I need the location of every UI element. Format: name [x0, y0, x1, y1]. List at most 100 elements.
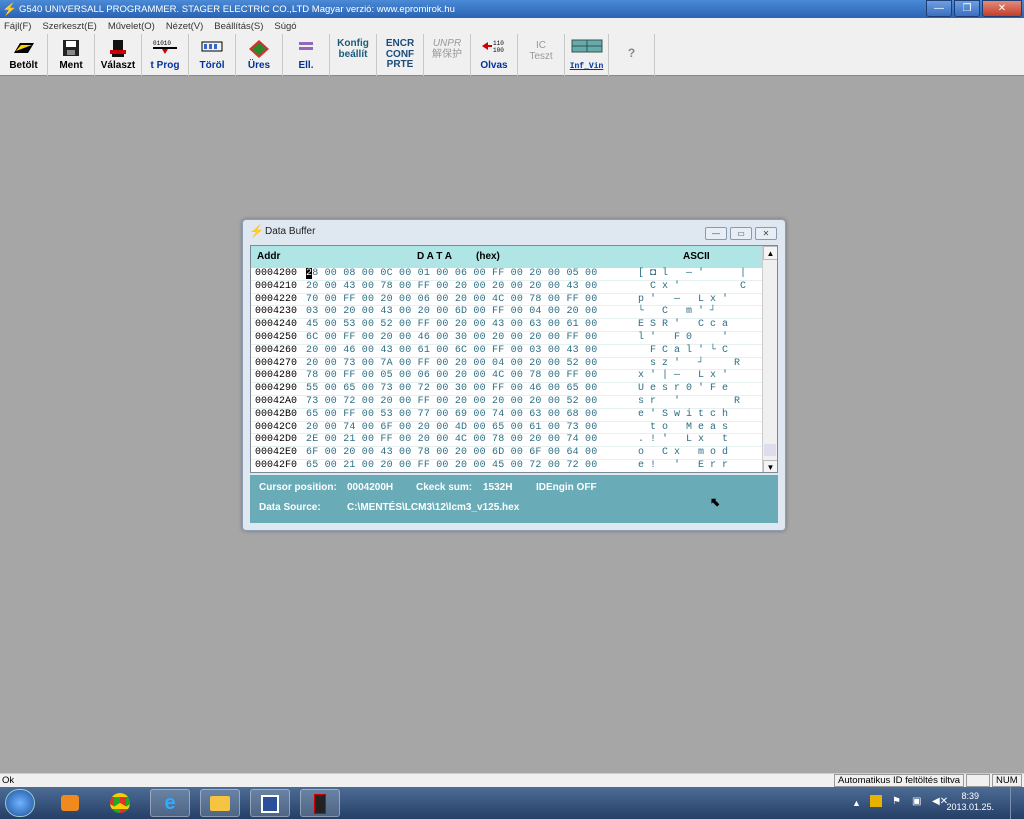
- row-hex[interactable]: 03 00 20 00 43 00 20 00 6D 00 FF 00 04 0…: [306, 306, 597, 319]
- hex-row[interactable]: 00042A0 73 00 72 00 20 00 FF 00 20 00 20 …: [251, 396, 763, 409]
- tray-flag-icon[interactable]: ⚑: [892, 796, 901, 807]
- menu-settings[interactable]: Beállítás(S): [214, 21, 263, 32]
- hex-row[interactable]: 0004280 78 00 FF 00 05 00 06 00 20 00 4C …: [251, 370, 763, 384]
- row-hex[interactable]: 65 00 FF 00 53 00 77 00 69 00 74 00 63 0…: [306, 409, 597, 422]
- row-hex[interactable]: 65 00 21 00 20 00 FF 00 20 00 45 00 72 0…: [306, 460, 597, 472]
- ie-icon[interactable]: e: [150, 789, 190, 817]
- hex-row[interactable]: 0004250 6C 00 FF 00 20 00 46 00 30 00 20 …: [251, 332, 763, 345]
- row-hex[interactable]: 20 00 74 00 6F 00 20 00 4D 00 65 00 61 0…: [306, 422, 597, 435]
- row-hex[interactable]: 6C 00 FF 00 20 00 46 00 30 00 20 00 20 0…: [306, 332, 597, 345]
- row-ascii[interactable]: x ' | — L x ': [638, 370, 728, 383]
- row-hex[interactable]: 6F 00 20 00 43 00 78 00 20 00 6D 00 6F 0…: [306, 447, 597, 460]
- programmer-app-icon[interactable]: [300, 789, 340, 817]
- ic-test-button[interactable]: IC Teszt: [518, 34, 565, 76]
- hex-row[interactable]: 00042F0 65 00 21 00 20 00 FF 00 20 00 45 …: [251, 460, 763, 472]
- row-ascii[interactable]: e ! ' E r r: [638, 460, 728, 472]
- scroll-up-arrow[interactable]: ▲: [763, 246, 777, 260]
- row-ascii[interactable]: e ' S w i t c h: [638, 409, 728, 422]
- row-ascii[interactable]: p ' — L x ': [638, 294, 728, 307]
- save-button[interactable]: Ment: [48, 34, 95, 76]
- data-header: D A T A: [417, 251, 452, 262]
- leaf-icon: ⚡: [249, 224, 264, 238]
- hex-row[interactable]: 0004230 03 00 20 00 43 00 20 00 6D 00 FF …: [251, 306, 763, 320]
- hex-row[interactable]: 0004290 55 00 65 00 73 00 72 00 30 00 FF …: [251, 383, 763, 396]
- hex-row[interactable]: 0004270 20 00 73 00 7A 00 FF 00 20 00 04 …: [251, 358, 763, 371]
- row-hex[interactable]: 20 00 43 00 78 00 FF 00 20 00 20 00 20 0…: [306, 281, 597, 294]
- svg-text:110: 110: [493, 40, 504, 47]
- hex-row[interactable]: 0004260 20 00 46 00 43 00 61 00 6C 00 FF …: [251, 345, 763, 358]
- row-hex[interactable]: 2E 00 21 00 FF 00 20 00 4C 00 78 00 20 0…: [306, 434, 597, 447]
- tray-arrow-icon[interactable]: ▲: [852, 798, 861, 808]
- verify-button[interactable]: Ell.: [283, 34, 330, 76]
- num-lock-status: NUM: [992, 774, 1022, 787]
- row-address: 0004280: [255, 370, 298, 382]
- row-hex[interactable]: 20 00 46 00 43 00 61 00 6C 00 FF 00 03 0…: [306, 345, 597, 358]
- load-button[interactable]: Betölt: [0, 34, 48, 76]
- menu-help[interactable]: Súgó: [274, 21, 296, 32]
- hex-row[interactable]: 00042D0 2E 00 21 00 FF 00 20 00 4C 00 78 …: [251, 434, 763, 448]
- hex-row[interactable]: 0004210 20 00 43 00 78 00 FF 00 20 00 20 …: [251, 281, 763, 294]
- close-button[interactable]: ✕: [982, 0, 1022, 17]
- row-ascii[interactable]: F C a l ' └ C: [638, 345, 728, 358]
- menu-edit[interactable]: Szerkeszt(E): [42, 21, 96, 32]
- row-address: 0004240: [255, 319, 298, 331]
- hex-row[interactable]: 00042E0 6F 00 20 00 43 00 78 00 20 00 6D …: [251, 447, 763, 460]
- db-minimize-button[interactable]: —: [705, 227, 727, 240]
- clock[interactable]: 8:39 2013.01.25.: [946, 791, 994, 813]
- hex-row[interactable]: 00042C0 20 00 74 00 6F 00 20 00 4D 00 65 …: [251, 422, 763, 435]
- program-button[interactable]: 01010 t Prog: [142, 34, 189, 76]
- scroll-down-arrow[interactable]: ▼: [763, 460, 777, 472]
- scroll-thumb[interactable]: [764, 444, 776, 456]
- row-ascii[interactable]: E S R ' C c a: [638, 319, 728, 332]
- chrome-icon[interactable]: [100, 789, 140, 817]
- vertical-scrollbar[interactable]: ▲ ▼: [762, 246, 777, 472]
- row-hex[interactable]: 20 00 73 00 7A 00 FF 00 20 00 04 00 20 0…: [306, 358, 597, 371]
- row-hex[interactable]: 78 00 FF 00 05 00 06 00 20 00 4C 00 78 0…: [306, 370, 597, 383]
- menu-view[interactable]: Nézet(V): [166, 21, 203, 32]
- row-hex[interactable]: 28 00 08 00 0C 00 01 00 06 00 FF 00 20 0…: [306, 268, 597, 281]
- minimize-button[interactable]: —: [926, 0, 952, 17]
- row-hex[interactable]: 55 00 65 00 73 00 72 00 30 00 FF 00 46 0…: [306, 383, 597, 396]
- db-maximize-button[interactable]: ▭: [730, 227, 752, 240]
- ascii-header: ASCII: [683, 251, 710, 262]
- tray-notify-icon[interactable]: [870, 795, 882, 807]
- hex-view[interactable]: Addr D A T A (hex) ASCII 0004200 28 00 08…: [250, 245, 778, 473]
- row-ascii[interactable]: └ C m ' ┘: [638, 306, 716, 319]
- config-button[interactable]: Konfig beállít: [330, 34, 377, 76]
- row-ascii[interactable]: o C x m o d: [638, 447, 728, 460]
- media-player-icon[interactable]: [50, 789, 90, 817]
- show-desktop-button[interactable]: [1010, 787, 1024, 819]
- row-ascii[interactable]: . ! ' L x t: [638, 434, 728, 447]
- menu-file[interactable]: Fájl(F): [4, 21, 31, 32]
- hex-row[interactable]: 0004240 45 00 53 00 52 00 FF 00 20 00 43 …: [251, 319, 763, 332]
- db-close-button[interactable]: ✕: [755, 227, 777, 240]
- row-hex[interactable]: 70 00 FF 00 20 00 06 00 20 00 4C 00 78 0…: [306, 294, 597, 307]
- start-button[interactable]: [5, 789, 35, 817]
- row-ascii[interactable]: l ' F 0 ': [638, 332, 728, 345]
- row-ascii[interactable]: t o M e a s: [638, 422, 728, 435]
- row-ascii[interactable]: C x ' C: [638, 281, 746, 294]
- maximize-button[interactable]: ❐: [954, 0, 980, 17]
- row-hex[interactable]: 45 00 53 00 52 00 FF 00 20 00 43 00 63 0…: [306, 319, 597, 332]
- row-ascii[interactable]: s z ' ┘ R: [638, 358, 740, 371]
- hex-row[interactable]: 0004220 70 00 FF 00 20 00 06 00 20 00 4C …: [251, 294, 763, 307]
- row-hex[interactable]: 73 00 72 00 20 00 FF 00 20 00 20 00 20 0…: [306, 396, 597, 409]
- tray-network-icon[interactable]: ▣: [912, 796, 921, 807]
- info-button[interactable]: Inf_Vin: [565, 34, 609, 76]
- select-button[interactable]: Választ: [95, 34, 142, 76]
- row-ascii[interactable]: s r ' R: [638, 396, 740, 409]
- unprotect-button[interactable]: UNPR 解保护: [424, 34, 471, 76]
- menu-operation[interactable]: Művelet(O): [108, 21, 155, 32]
- blank-check-button[interactable]: Üres: [236, 34, 283, 76]
- row-ascii[interactable]: [ ◘ l — ' |: [638, 268, 746, 281]
- mail-icon[interactable]: [200, 789, 240, 817]
- erase-button[interactable]: Töröl: [189, 34, 236, 76]
- encrypt-button[interactable]: ENCR CONF PRTE: [377, 34, 424, 76]
- save-app-icon[interactable]: [250, 789, 290, 817]
- hex-row[interactable]: 0004200 28 00 08 00 0C 00 01 00 06 00 FF …: [251, 268, 763, 281]
- help-button[interactable]: ?: [609, 34, 655, 76]
- row-ascii[interactable]: U e s r 0 ' F e: [638, 383, 728, 396]
- hex-row[interactable]: 00042B0 65 00 FF 00 53 00 77 00 69 00 74 …: [251, 409, 763, 422]
- program-icon: 01010: [153, 40, 177, 54]
- read-button[interactable]: 110 100 Olvas: [471, 34, 518, 76]
